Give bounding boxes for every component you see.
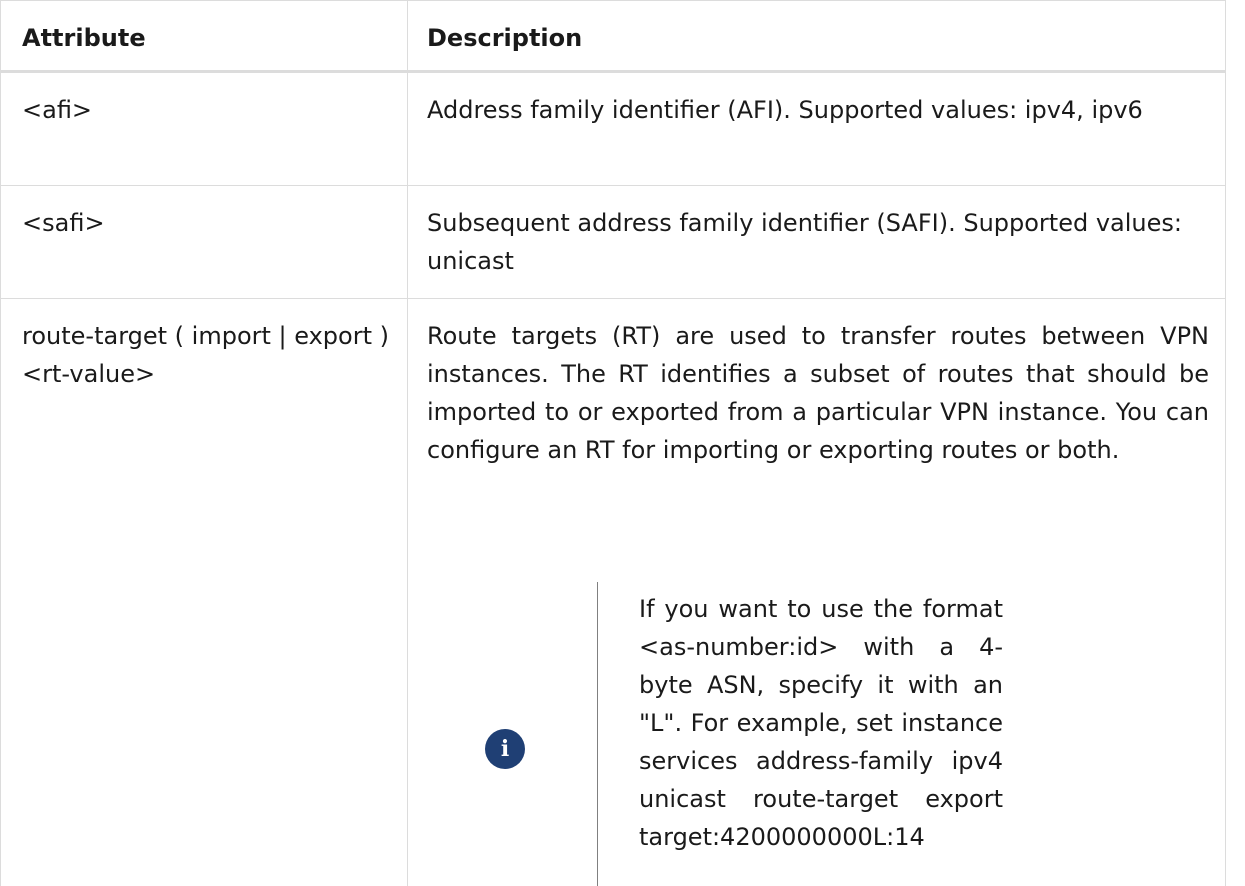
table-row: <safi> Subsequent address family identif… — [1, 186, 1225, 299]
column-divider — [407, 1, 408, 70]
header-attribute: Attribute — [22, 24, 146, 52]
column-divider — [407, 299, 408, 886]
row-description: Route targets (RT) are used to transfer … — [427, 322, 1209, 464]
table-row: route-target ( import | export ) <rt-val… — [1, 299, 1225, 886]
header-description: Description — [427, 24, 583, 52]
table-row: <afi> Address family identifier (AFI). S… — [1, 73, 1225, 186]
info-icon: i — [485, 729, 525, 769]
info-note: i If you want to use the format <as-numb… — [427, 582, 1209, 886]
row-attribute: route-target ( import | export ) <rt-val… — [22, 322, 389, 388]
row-description: Subsequent address family identifier (SA… — [427, 209, 1182, 275]
row-description: Address family identifier (AFI). Support… — [427, 96, 1143, 124]
column-divider — [407, 186, 408, 298]
note-text: If you want to use the format <as-number… — [639, 595, 1003, 851]
column-divider — [407, 73, 408, 185]
row-attribute: <afi> — [22, 96, 93, 124]
attributes-table: Attribute Description <afi> Address fami… — [0, 0, 1226, 886]
table-header-row: Attribute Description — [1, 1, 1225, 73]
note-divider — [597, 582, 598, 886]
row-attribute: <safi> — [22, 209, 105, 237]
